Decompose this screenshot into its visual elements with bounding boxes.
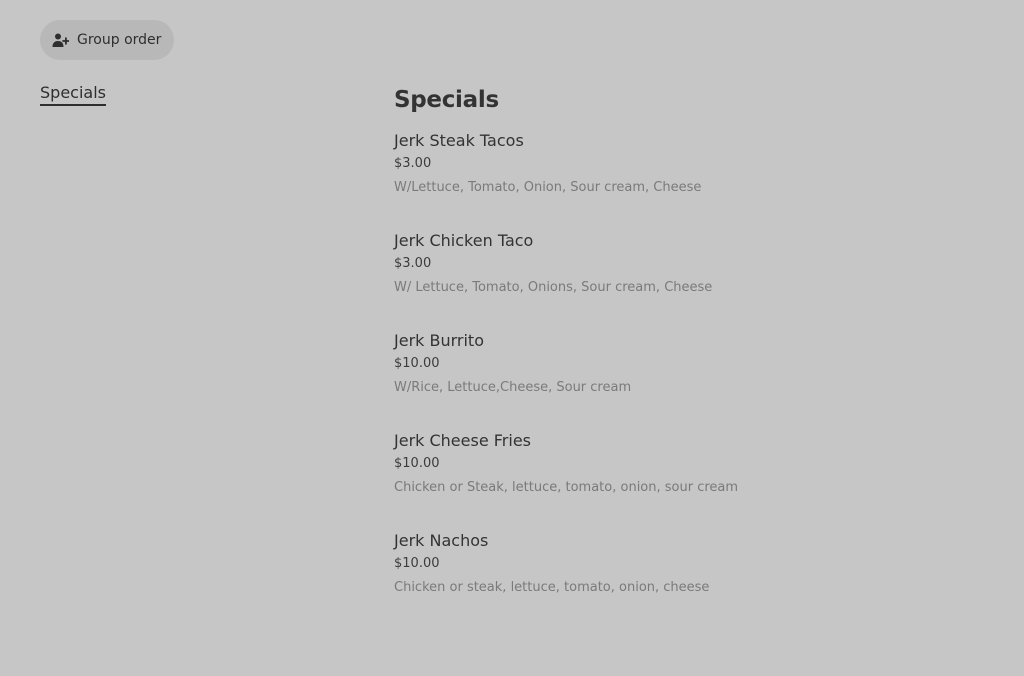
menu-section: Specials Jerk Steak Tacos $3.00 W/Lettuc… bbox=[394, 84, 994, 630]
menu-item[interactable]: Jerk Chicken Taco $3.00 W/ Lettuce, Toma… bbox=[394, 230, 994, 330]
menu-item[interactable]: Jerk Burrito $10.00 W/Rice, Lettuce,Chee… bbox=[394, 330, 994, 430]
menu-item-name: Jerk Nachos bbox=[394, 531, 489, 550]
menu-item-price: $3.00 bbox=[394, 256, 432, 271]
category-nav: Specials bbox=[40, 82, 106, 106]
menu-item-name: Jerk Chicken Taco bbox=[394, 231, 534, 250]
group-order-label: Group order bbox=[77, 32, 162, 48]
menu-item-description: Chicken or steak, lettuce, tomato, onion… bbox=[394, 580, 710, 595]
menu-item-price: $10.00 bbox=[394, 456, 440, 471]
menu-item-description: Chicken or Steak, lettuce, tomato, onion… bbox=[394, 480, 739, 495]
menu-item-description: W/Rice, Lettuce,Cheese, Sour cream bbox=[394, 380, 632, 395]
menu-item-list: Jerk Steak Tacos $3.00 W/Lettuce, Tomato… bbox=[394, 130, 994, 630]
menu-item-price: $3.00 bbox=[394, 156, 432, 171]
menu-item-description: W/ Lettuce, Tomato, Onions, Sour cream, … bbox=[394, 280, 713, 295]
category-nav-item-specials[interactable]: Specials bbox=[40, 82, 106, 106]
add-person-icon bbox=[52, 32, 69, 49]
menu-item[interactable]: Jerk Nachos $10.00 Chicken or steak, let… bbox=[394, 530, 994, 630]
menu-item-description: W/Lettuce, Tomato, Onion, Sour cream, Ch… bbox=[394, 180, 702, 195]
menu-item[interactable]: Jerk Steak Tacos $3.00 W/Lettuce, Tomato… bbox=[394, 130, 994, 230]
menu-item[interactable]: Jerk Cheese Fries $10.00 Chicken or Stea… bbox=[394, 430, 994, 530]
menu-item-name: Jerk Burrito bbox=[394, 331, 484, 350]
section-title: Specials bbox=[394, 87, 499, 113]
menu-item-name: Jerk Cheese Fries bbox=[394, 431, 531, 450]
menu-item-name: Jerk Steak Tacos bbox=[394, 131, 524, 150]
menu-item-price: $10.00 bbox=[394, 356, 440, 371]
group-order-button[interactable]: Group order bbox=[40, 20, 174, 60]
menu-item-price: $10.00 bbox=[394, 556, 440, 571]
